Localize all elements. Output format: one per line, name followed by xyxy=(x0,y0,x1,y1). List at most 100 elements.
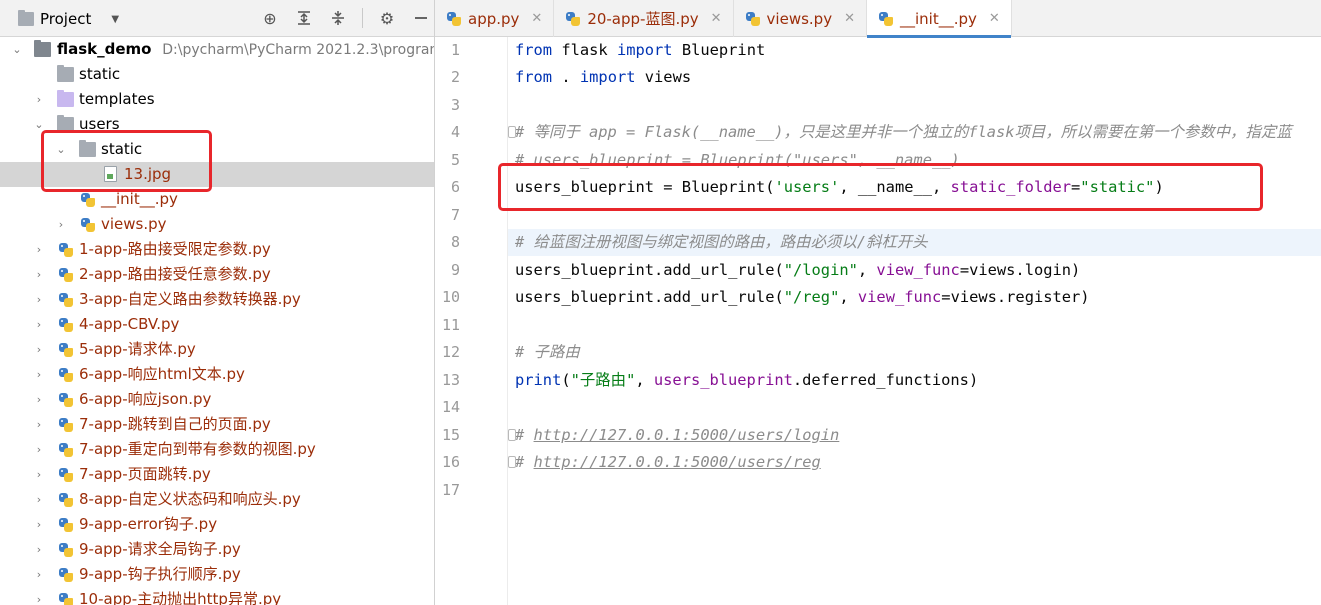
tree-item-13-jpg[interactable]: 13.jpg xyxy=(0,162,434,187)
fold-marker-icon[interactable] xyxy=(508,429,516,441)
close-icon[interactable]: ✕ xyxy=(989,11,1000,26)
line-number: 3 xyxy=(450,96,460,114)
line-number-gutter: 1 2 3 4 5 6 7 8 9 10 11 12 13 14 15 16 1… xyxy=(435,37,508,605)
tree-item-file[interactable]: › 9-app-请求全局钩子.py xyxy=(0,537,434,562)
chevron-down-icon[interactable]: ▼ xyxy=(111,14,119,25)
editor-tab-bar: app.py ✕ 20-app-蓝图.py ✕ views.py ✕ __ini… xyxy=(435,0,1321,38)
python-file-icon xyxy=(878,11,894,27)
tree-item-file[interactable]: › 1-app-路由接受限定参数.py xyxy=(0,237,434,262)
folder-icon xyxy=(57,65,74,82)
tab-label: 20-app-蓝图.py xyxy=(587,10,699,28)
line-number: 11 xyxy=(441,316,460,334)
python-file-icon xyxy=(58,417,74,433)
fold-marker-icon[interactable] xyxy=(508,126,516,138)
tree-item-file[interactable]: › 7-app-重定向到带有参数的视图.py xyxy=(0,437,434,462)
chevron-right-icon[interactable]: › xyxy=(33,512,45,537)
tree-item-file[interactable]: › 6-app-响应html文本.py xyxy=(0,362,434,387)
chevron-right-icon[interactable]: › xyxy=(33,487,45,512)
collapse-all-icon[interactable] xyxy=(328,7,348,29)
chevron-down-icon[interactable]: ⌄ xyxy=(11,37,23,62)
tree-root-flask-demo[interactable]: ⌄ flask_demo D:\pycharm\PyCharm 2021.2.3… xyxy=(0,37,435,62)
chevron-right-icon[interactable]: › xyxy=(33,537,45,562)
locate-icon[interactable]: ⊕ xyxy=(260,7,280,29)
tree-item-label: 7-app-重定向到带有参数的视图.py xyxy=(79,440,316,458)
tree-item-file[interactable]: › 2-app-路由接受任意参数.py xyxy=(0,262,434,287)
close-icon[interactable]: ✕ xyxy=(531,11,542,26)
chevron-right-icon[interactable]: › xyxy=(33,437,45,462)
code-line: # 等同于 app = Flask(__name__)，只是这里并非一个独立的f… xyxy=(508,119,1321,146)
url-link[interactable]: http://127.0.0.1:5000/users/login xyxy=(534,426,840,444)
close-icon[interactable]: ✕ xyxy=(711,11,722,26)
folder-icon xyxy=(34,40,51,57)
line-number: 1 xyxy=(450,41,460,59)
chevron-down-icon[interactable]: ⌄ xyxy=(55,137,67,162)
chevron-down-icon[interactable]: ⌄ xyxy=(33,112,45,137)
python-file-icon xyxy=(80,217,96,233)
chevron-right-icon[interactable]: › xyxy=(33,462,45,487)
chevron-right-icon[interactable]: › xyxy=(33,87,45,112)
tree-item-templates[interactable]: › templates xyxy=(0,87,434,112)
code-line: from flask import Blueprint xyxy=(515,41,766,59)
tree-item-label: __init__.py xyxy=(101,190,178,208)
project-view-selector[interactable]: Project ▼ xyxy=(18,8,119,30)
close-icon[interactable]: ✕ xyxy=(844,11,855,26)
python-file-icon xyxy=(58,267,74,283)
tab-blueprint-py[interactable]: 20-app-蓝图.py ✕ xyxy=(554,0,734,37)
chevron-right-icon[interactable]: › xyxy=(33,412,45,437)
project-icon xyxy=(18,10,34,26)
tree-item-label: 4-app-CBV.py xyxy=(79,315,180,333)
tree-item-users-static[interactable]: ⌄ static xyxy=(0,137,434,162)
chevron-right-icon[interactable]: › xyxy=(33,237,45,262)
chevron-right-icon[interactable]: › xyxy=(33,262,45,287)
chevron-right-icon[interactable]: › xyxy=(33,387,45,412)
tree-item-file[interactable]: › 10-app-主动抛出http异常.py xyxy=(0,587,434,605)
project-title: Project xyxy=(40,10,92,28)
tree-item-users[interactable]: ⌄ users xyxy=(0,112,434,137)
fold-marker-icon[interactable] xyxy=(508,456,516,468)
tab-init-py[interactable]: __init__.py ✕ xyxy=(866,0,1012,38)
chevron-right-icon[interactable]: › xyxy=(33,287,45,312)
tree-item-file[interactable]: › 7-app-跳转到自己的页面.py xyxy=(0,412,434,437)
chevron-right-icon[interactable]: › xyxy=(55,212,67,237)
tree-item-file[interactable]: › 6-app-响应json.py xyxy=(0,387,434,412)
code-line: # http://127.0.0.1:5000/users/login xyxy=(508,422,1321,449)
python-file-icon xyxy=(58,592,74,605)
url-link[interactable]: http://127.0.0.1:5000/users/reg xyxy=(534,453,821,471)
tree-item-file[interactable]: › 9-app-钩子执行顺序.py xyxy=(0,562,434,587)
chevron-right-icon[interactable]: › xyxy=(33,362,45,387)
python-file-icon xyxy=(58,292,74,308)
chevron-right-icon[interactable]: › xyxy=(33,562,45,587)
tree-item-label: 8-app-自定义状态码和响应头.py xyxy=(79,490,301,508)
tree-item-label: 3-app-自定义路由参数转换器.py xyxy=(79,290,301,308)
hide-icon[interactable] xyxy=(411,7,431,29)
package-folder-icon xyxy=(57,115,74,132)
tree-item-init-py[interactable]: __init__.py xyxy=(0,187,434,212)
expand-all-icon[interactable] xyxy=(294,7,314,29)
tree-item-file[interactable]: › 7-app-页面跳转.py xyxy=(0,462,434,487)
tree-item-label: users xyxy=(79,115,120,133)
code-area[interactable]: from flask import Blueprint from . impor… xyxy=(508,37,1321,605)
chevron-right-icon[interactable]: › xyxy=(33,587,45,605)
image-file-icon xyxy=(104,166,117,182)
tree-item-file[interactable]: › 4-app-CBV.py xyxy=(0,312,434,337)
tree-item-file[interactable]: › 9-app-error钩子.py xyxy=(0,512,434,537)
tree-item-label: 6-app-响应json.py xyxy=(79,390,212,408)
python-file-icon xyxy=(58,442,74,458)
line-number: 15 xyxy=(441,426,460,444)
gear-icon[interactable]: ⚙ xyxy=(377,7,397,29)
tab-app-py[interactable]: app.py ✕ xyxy=(435,0,555,37)
tab-views-py[interactable]: views.py ✕ xyxy=(734,0,867,37)
tree-item-label: 2-app-路由接受任意参数.py xyxy=(79,265,271,283)
chevron-right-icon[interactable]: › xyxy=(33,312,45,337)
project-panel: Project ▼ ⊕ ⚙ ⌄ flask_demo D:\pycharm\Py… xyxy=(0,0,435,605)
line-number: 14 xyxy=(441,398,460,416)
tree-item-static[interactable]: static xyxy=(0,62,434,87)
tree-item-file[interactable]: › 3-app-自定义路由参数转换器.py xyxy=(0,287,434,312)
code-line: print("子路由", users_blueprint.deferred_fu… xyxy=(515,371,979,389)
root-path: D:\pycharm\PyCharm 2021.2.3\program xyxy=(162,42,435,58)
chevron-right-icon[interactable]: › xyxy=(33,337,45,362)
tree-item-file[interactable]: › 8-app-自定义状态码和响应头.py xyxy=(0,487,434,512)
python-file-icon xyxy=(58,567,74,583)
tree-item-file[interactable]: › 5-app-请求体.py xyxy=(0,337,434,362)
tree-item-views-py[interactable]: › views.py xyxy=(0,212,434,237)
